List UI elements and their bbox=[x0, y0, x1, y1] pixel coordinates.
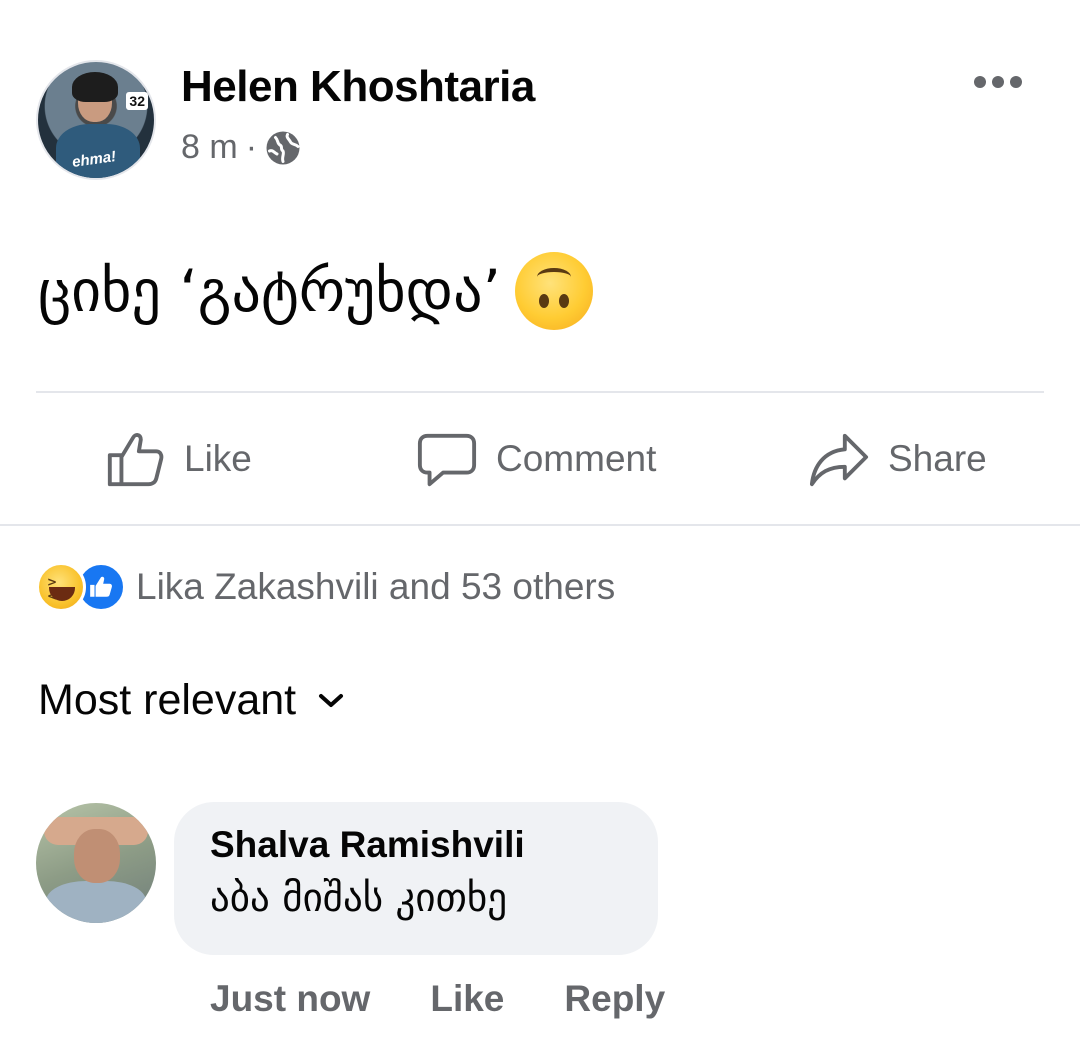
dot bbox=[992, 76, 1004, 88]
reactions-summary[interactable]: >< Lika Zakashvili and 53 others bbox=[36, 562, 615, 612]
author-avatar[interactable]: 32 ehma! bbox=[36, 60, 156, 180]
upside-down-face-emoji-icon bbox=[514, 252, 593, 330]
reactions-text: Lika Zakashvili and 53 others bbox=[136, 566, 616, 607]
post-text: ციხე ‘გატრუხდა’ bbox=[38, 252, 593, 330]
commenter-avatar[interactable] bbox=[36, 803, 156, 923]
globe-icon[interactable] bbox=[265, 130, 301, 166]
share-label: Share bbox=[888, 438, 987, 479]
comment-sort-dropdown[interactable]: Most relevant bbox=[38, 676, 344, 725]
post-meta: 8 m · bbox=[181, 128, 301, 167]
sort-label: Most relevant bbox=[38, 676, 297, 724]
meta-separator: · bbox=[245, 128, 258, 166]
divider bbox=[0, 524, 1080, 526]
share-arrow-icon bbox=[809, 433, 869, 487]
chevron-down-icon bbox=[319, 693, 344, 707]
avatar-face bbox=[74, 829, 120, 883]
comment-text: აბა მიშას კითხე bbox=[210, 876, 508, 921]
comment-like-button[interactable]: Like bbox=[430, 978, 504, 1020]
author-name[interactable]: Helen Khoshtaria bbox=[181, 62, 535, 112]
comment-time: Just now bbox=[210, 978, 371, 1019]
comment-bubble-icon bbox=[417, 433, 477, 487]
dot bbox=[1010, 76, 1022, 88]
share-button[interactable]: Share bbox=[808, 428, 987, 490]
comment-author[interactable]: Shalva Ramishvili bbox=[210, 824, 658, 866]
divider bbox=[36, 391, 1044, 393]
comment-reply-button[interactable]: Reply bbox=[564, 978, 665, 1020]
post-time[interactable]: 8 m bbox=[181, 128, 238, 167]
comment-button[interactable]: Comment bbox=[416, 428, 656, 490]
post-text-content: ციხე ‘გატრუხდა’ bbox=[38, 257, 501, 325]
comment-label: Comment bbox=[496, 438, 657, 479]
like-label: Like bbox=[184, 438, 252, 479]
dot bbox=[974, 76, 986, 88]
like-button[interactable]: Like bbox=[104, 428, 252, 490]
haha-icon: >< bbox=[36, 562, 86, 612]
avatar-badge: 32 bbox=[126, 92, 148, 110]
more-options-icon[interactable] bbox=[974, 70, 1024, 94]
avatar-shirt bbox=[46, 881, 146, 923]
thumbs-up-icon bbox=[107, 433, 164, 487]
comment-actions: Just now Like Reply bbox=[210, 978, 665, 1020]
avatar-hair bbox=[72, 72, 118, 102]
comment-bubble[interactable]: Shalva Ramishvili აბა მიშას კითხე bbox=[174, 802, 658, 955]
